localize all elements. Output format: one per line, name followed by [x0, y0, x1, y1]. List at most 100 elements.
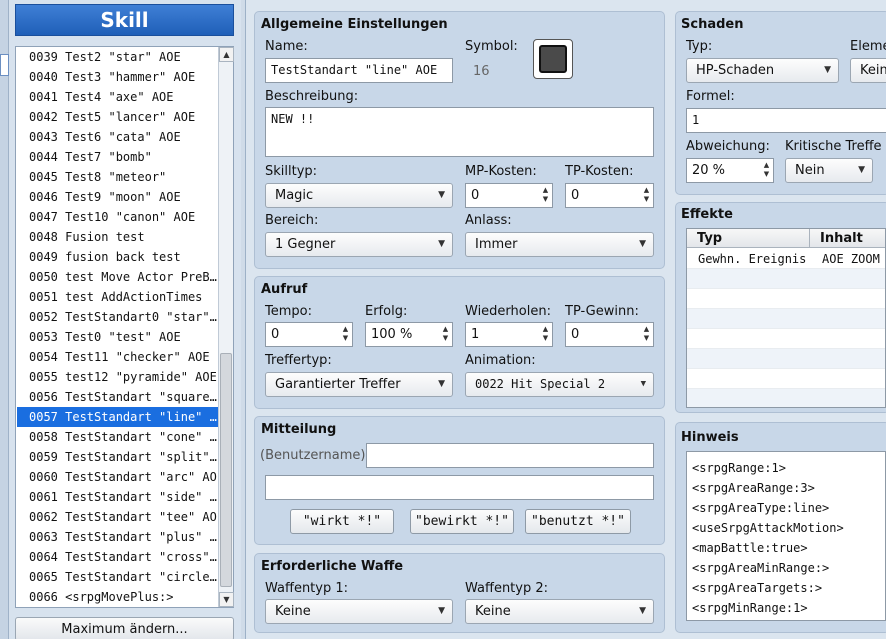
list-item[interactable]: 0063 TestStandart "plus" …: [17, 527, 218, 547]
damage-title: Schaden: [681, 17, 744, 32]
list-item[interactable]: 0064 TestStandart "cross"…: [17, 547, 218, 567]
skilltype-dropdown[interactable]: Magic ▼: [265, 183, 453, 208]
skill-symbol-icon[interactable]: [533, 39, 573, 79]
name-field[interactable]: TestStandart "line" AOE: [265, 58, 453, 83]
list-item[interactable]: 0049 fusion back test: [17, 247, 218, 267]
chevron-down-icon: ▼: [639, 606, 646, 616]
description-field[interactable]: NEW !!: [265, 107, 654, 157]
skill-panel-title: Skill: [15, 4, 234, 36]
weapon-type2-dropdown[interactable]: Keine ▼: [465, 599, 654, 624]
list-item[interactable]: 0061 TestStandart "side" …: [17, 487, 218, 507]
spinner-arrows-icon[interactable]: ▲ ▼: [340, 325, 351, 344]
list-item[interactable]: 0042 Test5 "lancer" AOE: [17, 107, 218, 127]
message-line2-field[interactable]: [265, 475, 654, 500]
table-row-empty[interactable]: [687, 329, 885, 349]
effect-type-cell: Gewhn. Ereignis: [698, 252, 807, 266]
table-row-empty[interactable]: [687, 289, 885, 309]
note-textarea[interactable]: <srpgRange:1> <srpgAreaRange:3> <srpgAre…: [686, 451, 886, 621]
list-item[interactable]: 0058 TestStandart "cone" …: [17, 427, 218, 447]
list-item[interactable]: 0040 Test3 "hammer" AOE: [17, 67, 218, 87]
bewirkt-button[interactable]: "bewirkt *!": [410, 509, 514, 534]
list-item[interactable]: 0065 TestStandart "circle…: [17, 567, 218, 587]
table-row-empty[interactable]: [687, 389, 885, 407]
formula-label: Formel:: [686, 89, 735, 104]
list-item[interactable]: 0041 Test4 "axe" AOE: [17, 87, 218, 107]
animation-label: Animation:: [465, 353, 536, 368]
scope-label: Bereich:: [265, 213, 319, 228]
spinner-arrows-icon[interactable]: ▲ ▼: [761, 161, 772, 180]
list-item[interactable]: 0048 Fusion test: [17, 227, 218, 247]
scroll-up-arrow-icon[interactable]: ▲: [219, 47, 234, 62]
list-item[interactable]: 0050 test Move Actor PreB…: [17, 267, 218, 287]
spinner-arrows-icon[interactable]: ▲ ▼: [641, 325, 652, 344]
spinner-arrows-icon[interactable]: ▲ ▼: [540, 325, 551, 344]
benutzt-button[interactable]: "benutzt *!": [525, 509, 631, 534]
critical-hit-dropdown[interactable]: Nein ▼: [785, 158, 873, 183]
list-item[interactable]: 0054 Test11 "checker" AOE: [17, 347, 218, 367]
element-dropdown[interactable]: Kein: [850, 58, 886, 83]
chevron-down-icon: ▼: [640, 379, 646, 389]
spinner-arrows-icon[interactable]: ▲ ▼: [540, 186, 551, 205]
mp-cost-spinner[interactable]: 0 ▲ ▼: [465, 183, 553, 208]
success-spinner[interactable]: 100 % ▲ ▼: [365, 322, 453, 347]
list-item[interactable]: 0047 Test10 "canon" AOE: [17, 207, 218, 227]
list-scrollbar[interactable]: ▲ ▼: [218, 47, 234, 607]
table-row-empty[interactable]: [687, 269, 885, 289]
tp-gain-label: TP-Gewinn:: [565, 304, 639, 319]
table-row-empty[interactable]: [687, 369, 885, 389]
spinner-arrows-icon[interactable]: ▲ ▼: [440, 325, 451, 344]
repeat-spinner[interactable]: 1 ▲ ▼: [465, 322, 553, 347]
list-item[interactable]: 0045 Test8 "meteor": [17, 167, 218, 187]
list-item[interactable]: 0051 test AddActionTimes: [17, 287, 218, 307]
variance-value: 20 %: [692, 163, 726, 178]
table-row[interactable]: Gewhn. Ereignis AOE ZOOM C: [687, 249, 885, 269]
occasion-dropdown[interactable]: Immer ▼: [465, 232, 654, 257]
list-item[interactable]: 0066 <srpgMovePlus:>: [17, 587, 218, 607]
speed-spinner[interactable]: 0 ▲ ▼: [265, 322, 353, 347]
list-item[interactable]: 0055 test12 "pyramide" AOE: [17, 367, 218, 387]
animation-dropdown[interactable]: 0022 Hit Special 2 ▼: [465, 372, 654, 397]
list-item[interactable]: 0046 Test9 "moon" AOE: [17, 187, 218, 207]
list-item[interactable]: 0059 TestStandart "split"…: [17, 447, 218, 467]
hit-type-dropdown[interactable]: Garantierter Treffer ▼: [265, 372, 453, 397]
formula-field[interactable]: 1: [686, 108, 886, 133]
weapon-type1-dropdown[interactable]: Keine ▼: [265, 599, 453, 624]
variance-spinner[interactable]: 20 % ▲ ▼: [686, 158, 774, 183]
scrollbar-thumb[interactable]: [220, 353, 232, 587]
list-item[interactable]: 0044 Test7 "bomb": [17, 147, 218, 167]
effects-title: Effekte: [681, 207, 733, 222]
list-item[interactable]: 0053 Test0 "test" AOE: [17, 327, 218, 347]
spinner-arrows-icon[interactable]: ▲ ▼: [641, 186, 652, 205]
list-item[interactable]: 0056 TestStandart "square…: [17, 387, 218, 407]
tp-cost-spinner[interactable]: 0 ▲ ▼: [565, 183, 654, 208]
skill-list[interactable]: 0039 Test2 "star" AOE 0040 Test3 "hammer…: [15, 46, 234, 608]
note-line: <srpgAreaMinRange:>: [692, 561, 830, 575]
list-item[interactable]: 0062 TestStandart "tee" AOE: [17, 507, 218, 527]
symbol-label: Symbol:: [465, 39, 518, 54]
scroll-down-arrow-icon[interactable]: ▼: [219, 592, 234, 607]
tp-gain-spinner[interactable]: 0 ▲ ▼: [565, 322, 654, 347]
required-weapon-title: Erforderliche Waffe: [261, 559, 404, 574]
effects-col-content[interactable]: Inhalt: [810, 229, 885, 248]
list-item[interactable]: 0060 TestStandart "arc" AOE: [17, 467, 218, 487]
table-row-empty[interactable]: [687, 349, 885, 369]
list-item-selected[interactable]: 0057 TestStandart "line" …: [17, 407, 218, 427]
damage-type-dropdown[interactable]: HP-Schaden ▼: [686, 58, 839, 83]
list-item[interactable]: 0052 TestStandart0 "star"…: [17, 307, 218, 327]
left-edge-strip: [0, 0, 9, 639]
chevron-down-icon: ▼: [858, 165, 865, 175]
change-maximum-button[interactable]: Maximum ändern...: [15, 617, 234, 639]
message-line1-field[interactable]: [366, 443, 654, 468]
effects-table[interactable]: Typ Inhalt Gewhn. Ereignis AOE ZOOM C: [686, 228, 886, 408]
element-label: Eleme: [850, 39, 886, 54]
weapon-type2-value: Keine: [475, 604, 511, 619]
table-row-empty[interactable]: [687, 309, 885, 329]
wirkt-button[interactable]: "wirkt *!": [290, 509, 394, 534]
speed-label: Tempo:: [265, 304, 312, 319]
list-item[interactable]: 0039 Test2 "star" AOE: [17, 47, 218, 67]
mp-cost-label: MP-Kosten:: [465, 164, 537, 179]
scope-dropdown[interactable]: 1 Gegner ▼: [265, 232, 453, 257]
list-item[interactable]: 0043 Test6 "cata" AOE: [17, 127, 218, 147]
effects-col-type[interactable]: Typ: [687, 229, 810, 248]
damage-type-label: Typ:: [686, 39, 713, 54]
